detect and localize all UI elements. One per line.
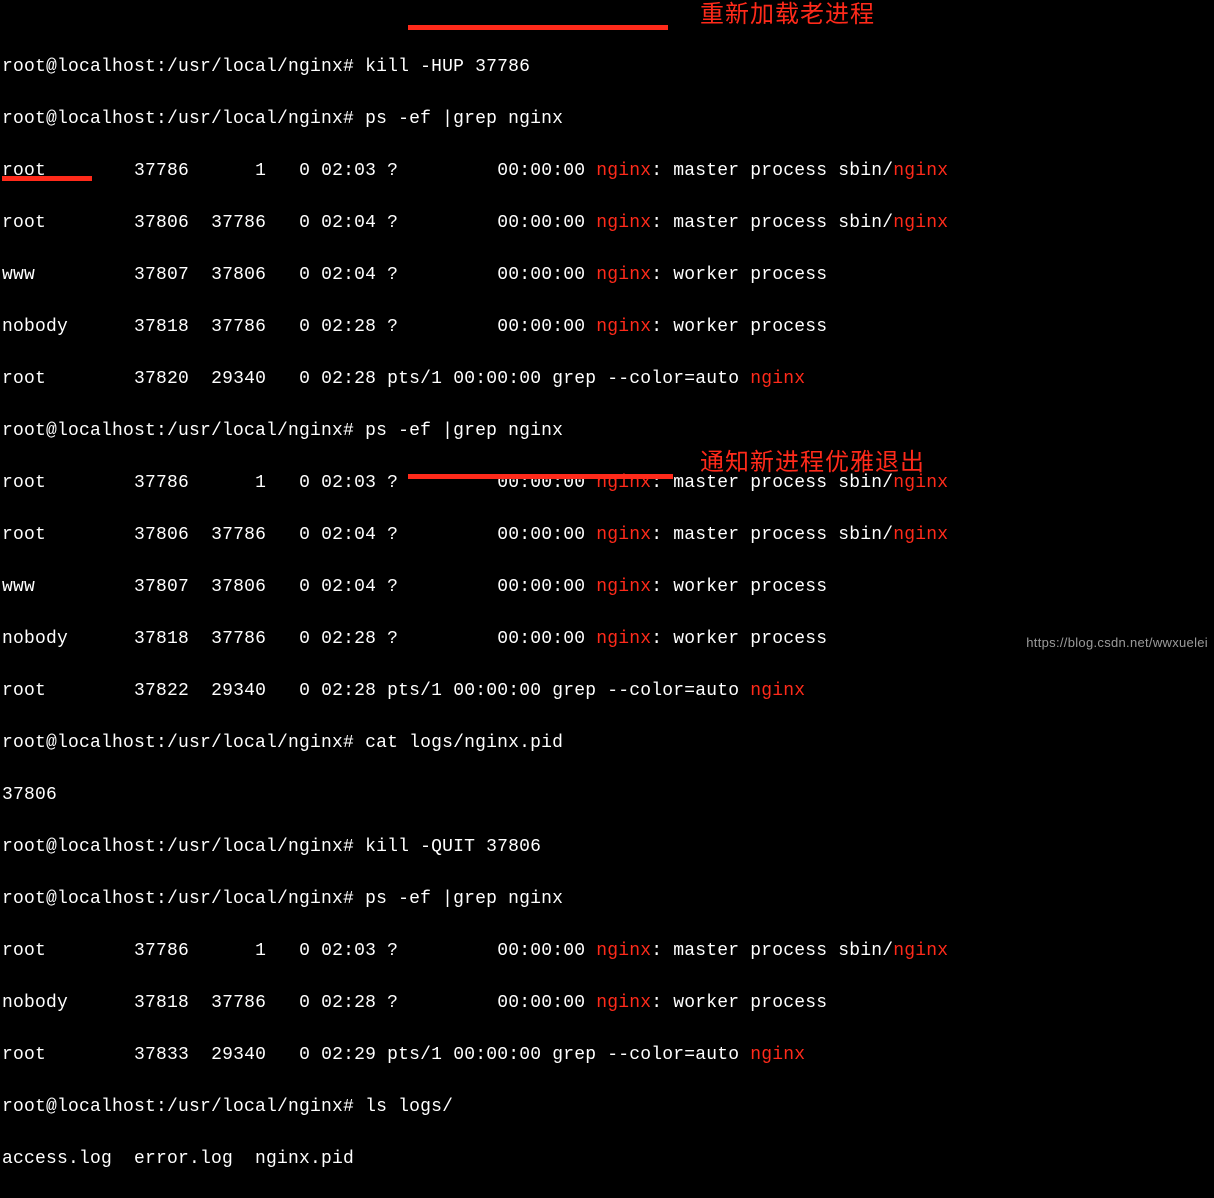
ps-row: www 37807 37806 0 02:04 ? 00:00:00 nginx… [2,262,1212,288]
shell-prompt: root@localhost:/usr/local/nginx# [2,1097,365,1117]
shell-prompt: root@localhost:/usr/local/nginx# [2,837,365,857]
ps-row: root 37833 29340 0 02:29 pts/1 00:00:00 … [2,1042,1212,1068]
shell-prompt: root@localhost:/usr/local/nginx# [2,57,365,77]
ps-row: root 37822 29340 0 02:28 pts/1 00:00:00 … [2,678,1212,704]
watermark-text: https://blog.csdn.net/wwxuelei [1026,630,1208,656]
cmd-line-kill-quit: root@localhost:/usr/local/nginx# kill -Q… [2,834,1212,860]
ps-row: www 37807 37806 0 02:04 ? 00:00:00 nginx… [2,574,1212,600]
cmd-line-kill-hup: root@localhost:/usr/local/nginx# kill -H… [2,54,1212,80]
ps-row: root 37786 1 0 02:03 ? 00:00:00 nginx: m… [2,938,1212,964]
cmd-line-ps-2: root@localhost:/usr/local/nginx# ps -ef … [2,418,1212,444]
ps-row: root 37786 1 0 02:03 ? 00:00:00 nginx: m… [2,158,1212,184]
ps-row: nobody 37818 37786 0 02:28 ? 00:00:00 ng… [2,314,1212,340]
cmd-text: kill -QUIT 37806 [365,837,541,857]
shell-prompt: root@localhost:/usr/local/nginx# [2,733,365,753]
shell-prompt: root@localhost:/usr/local/nginx# [2,109,365,129]
ps-row: root 37806 37786 0 02:04 ? 00:00:00 ngin… [2,522,1212,548]
shell-prompt: root@localhost:/usr/local/nginx# [2,889,365,909]
cmd-text: ls logs/ [365,1097,453,1117]
cmd-text: kill -HUP 37786 [365,57,530,77]
terminal-output[interactable]: root@localhost:/usr/local/nginx# kill -H… [2,2,1212,1198]
underline-icon [408,474,673,479]
ps-row: root 37806 37786 0 02:04 ? 00:00:00 ngin… [2,210,1212,236]
cmd-line-ls: root@localhost:/usr/local/nginx# ls logs… [2,1094,1212,1120]
annotation-reload-old-process: 重新加载老进程 [700,2,875,28]
ps-row: root 37820 29340 0 02:28 pts/1 00:00:00 … [2,366,1212,392]
ps-row: nobody 37818 37786 0 02:28 ? 00:00:00 ng… [2,990,1212,1016]
cmd-line-cat: root@localhost:/usr/local/nginx# cat log… [2,730,1212,756]
underline-icon [408,25,668,30]
underline-icon [2,176,92,181]
annotation-notify-graceful-quit: 通知新进程优雅退出 [700,450,925,476]
cmd-text: ps -ef |grep nginx [365,889,563,909]
ls-output: access.log error.log nginx.pid [2,1146,1212,1172]
cmd-line-ps-3: root@localhost:/usr/local/nginx# ps -ef … [2,886,1212,912]
shell-prompt: root@localhost:/usr/local/nginx# [2,421,365,441]
cmd-text: ps -ef |grep nginx [365,421,563,441]
pid-output: 37806 [2,782,1212,808]
cmd-line-ps-1: root@localhost:/usr/local/nginx# ps -ef … [2,106,1212,132]
cmd-text: ps -ef |grep nginx [365,109,563,129]
cmd-text: cat logs/nginx.pid [365,733,563,753]
